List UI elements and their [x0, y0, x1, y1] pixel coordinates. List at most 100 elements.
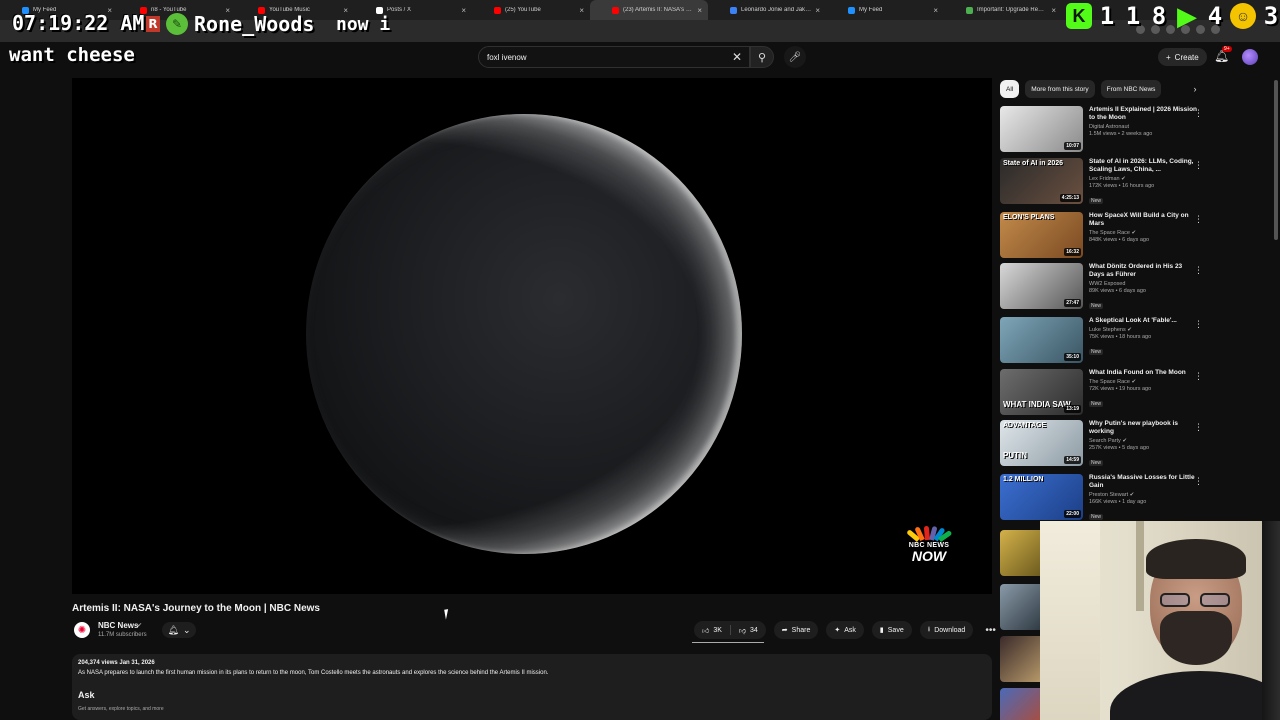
recommendation-item[interactable]: 10:07 Artemis II Explained | 2026 Mission… [1000, 106, 1210, 154]
recommendation-title[interactable]: Artemis II Explained | 2026 Mission to t… [1089, 106, 1199, 122]
recommendation-meta: 72K views • 19 hours ago [1089, 386, 1152, 392]
download-button[interactable]: ⭳ Download [919, 621, 974, 639]
save-button[interactable]: ▮ Save [871, 621, 912, 639]
more-options-icon[interactable]: ⋮ [1194, 265, 1203, 276]
recommendation-title[interactable]: What India Found on The Moon [1089, 369, 1199, 377]
recommendation-channel[interactable]: Search Party ✔ [1089, 438, 1199, 444]
browser-tab[interactable]: (23) Artemis II: NASA's Jour × [590, 0, 708, 20]
recommendation-title[interactable]: Why Putin's new playbook is working [1089, 420, 1199, 436]
recommendation-info: What Dönitz Ordered in His 23 Days as Fü… [1089, 263, 1199, 311]
browser-tab[interactable]: Leonardo Jonie and Jake Shiel × [708, 0, 826, 20]
tab-close-icon[interactable]: × [461, 6, 466, 15]
recommendation-channel[interactable]: Luke Stephens ✔ [1089, 327, 1199, 333]
tab-label: Leonardo Jonie and Jake Shiel [741, 7, 811, 13]
recommendation-channel[interactable]: Preston Stewart ✔ [1089, 492, 1199, 498]
nbc-news-now-watermark: NBC NEWS NOW [904, 524, 954, 563]
partial-thumbnail[interactable] [1000, 636, 1042, 682]
filter-chip[interactable]: All [1000, 80, 1020, 98]
recommendation-item[interactable]: 27:47 What Dönitz Ordered in His 23 Days … [1000, 263, 1210, 311]
description-box[interactable]: 204,374 views Jan 31, 2026 As NASA prepa… [72, 654, 992, 720]
filter-chip[interactable]: From NBC News [1100, 80, 1162, 98]
tab-close-icon[interactable]: × [1051, 6, 1056, 15]
like-dislike-group: 👍︎ 3K 👎︎ 34 [694, 621, 766, 639]
partial-thumbnail[interactable] [1000, 584, 1042, 630]
recommendation-title[interactable]: What Dönitz Ordered in His 23 Days as Fü… [1089, 263, 1199, 279]
download-icon: ⭳ [927, 625, 931, 633]
more-options-icon[interactable]: ⋮ [1194, 476, 1203, 487]
recommendation-channel[interactable]: Digital Astronaut [1089, 124, 1199, 130]
clear-search-icon[interactable]: ✕ [732, 50, 742, 64]
page-scrollbar[interactable] [1274, 80, 1278, 240]
share-button[interactable]: ➦ Share [773, 621, 819, 639]
create-button[interactable]: + Create [1158, 48, 1207, 66]
voice-search-button[interactable]: 🎤︎ [784, 46, 806, 68]
channel-avatar[interactable]: ✺ [74, 622, 90, 638]
subscription-bell-button[interactable]: 🔔︎ ⌄ [162, 622, 196, 638]
tab-favicon-icon [848, 6, 855, 14]
video-thumbnail[interactable]: WHAT INDIA SAW 13:19 [1000, 369, 1083, 415]
filter-chip[interactable]: More from this story [1025, 80, 1095, 98]
tab-close-icon[interactable]: × [579, 6, 584, 15]
more-options-icon[interactable]: ⋮ [1194, 422, 1203, 433]
browser-tab[interactable]: Important: Upgrade Required × [944, 0, 1062, 20]
tab-label: (25) YouTube [505, 7, 541, 13]
recommendation-item[interactable]: ADVANTAGE PUTIN 14:59 Why Putin's new playb… [1000, 420, 1210, 468]
tab-label: (23) Artemis II: NASA's Jour [623, 7, 694, 13]
tab-close-icon[interactable]: × [815, 6, 820, 15]
channel-name[interactable]: NBC News [98, 621, 138, 630]
more-options-icon[interactable]: ⋮ [1194, 319, 1203, 330]
recommendation-channel[interactable]: The Space Race ✔ [1089, 230, 1199, 236]
more-options-icon[interactable]: ⋮ [1194, 160, 1203, 171]
recommendation-item[interactable]: State of AI in 2026 4:25:13 State of AI in… [1000, 158, 1210, 206]
dislike-button[interactable]: 👎︎ 34 [731, 621, 766, 639]
overlay-stat-value: 3 [1263, 2, 1279, 30]
recommendation-channel[interactable]: The Space Race ✔ [1089, 379, 1199, 385]
recommendation-item[interactable]: WHAT INDIA SAW 13:19 What India Found on T… [1000, 369, 1210, 417]
video-thumbnail[interactable]: ELON'S PLANS 16:32 [1000, 212, 1083, 258]
duration-badge: 16:32 [1064, 248, 1081, 256]
ask-button[interactable]: ✦ Ask [826, 621, 864, 639]
verified-check-icon: ✔ [1119, 176, 1126, 182]
partial-thumbnail[interactable] [1000, 530, 1042, 576]
microphone-icon: 🎤︎ [788, 51, 802, 63]
notification-count-badge: 9+ [1222, 46, 1232, 52]
recommendation-title[interactable]: Russia's Massive Losses for Little Gain [1089, 474, 1199, 490]
video-player[interactable]: NBC NEWS NOW [72, 78, 992, 594]
recommendation-channel[interactable]: WW2 Exposed [1089, 281, 1199, 287]
new-badge: New [1089, 460, 1104, 466]
search-input[interactable] [487, 52, 717, 62]
account-avatar[interactable] [1242, 49, 1258, 65]
search-button[interactable]: ⚲ [750, 46, 774, 68]
recommendation-title[interactable]: How SpaceX Will Build a City on Mars [1089, 212, 1199, 228]
recommendation-item[interactable]: 35:10 A Skeptical Look At 'Fable'... Luke … [1000, 317, 1210, 365]
tab-label: Important: Upgrade Required [977, 7, 1048, 13]
create-label: Create [1174, 52, 1199, 62]
like-button[interactable]: 👍︎ 3K [694, 621, 730, 639]
search-box[interactable] [478, 46, 750, 68]
browser-tab[interactable]: My Feed × [826, 0, 944, 20]
recommendation-title[interactable]: State of AI in 2026: LLMs, Coding, Scali… [1089, 158, 1199, 174]
more-actions-icon[interactable]: ••• [981, 625, 1000, 636]
tab-close-icon[interactable]: × [933, 6, 938, 15]
webcam-person-body [1110, 671, 1280, 720]
recommendation-item[interactable]: 1.2 MILLION 22:00 Russia's Massive Losses … [1000, 474, 1210, 522]
more-options-icon[interactable]: ⋮ [1194, 371, 1203, 382]
video-thumbnail[interactable]: ADVANTAGE PUTIN 14:59 [1000, 420, 1083, 466]
video-thumbnail[interactable]: 27:47 [1000, 263, 1083, 309]
video-thumbnail[interactable]: 10:07 [1000, 106, 1083, 152]
recommendation-meta: 172K views • 16 hours ago [1089, 183, 1155, 189]
browser-tab[interactable]: (25) YouTube × [472, 0, 590, 20]
video-thumbnail[interactable]: State of AI in 2026 4:25:13 [1000, 158, 1083, 204]
tab-close-icon[interactable]: × [697, 6, 702, 15]
thumbnail-caption: PUTIN [1003, 451, 1027, 460]
video-thumbnail[interactable]: 35:10 [1000, 317, 1083, 363]
chevron-right-icon[interactable]: › [1193, 84, 1196, 94]
recommendation-item[interactable]: ELON'S PLANS 16:32 How SpaceX Will Build a… [1000, 212, 1210, 260]
partial-thumbnail[interactable] [1000, 688, 1042, 720]
recommendation-title[interactable]: A Skeptical Look At 'Fable'... [1089, 317, 1199, 325]
chevron-down-icon: ⌄ [182, 624, 191, 635]
recommendation-channel[interactable]: Lex Fridman ✔ [1089, 176, 1199, 182]
video-thumbnail[interactable]: 1.2 MILLION 22:00 [1000, 474, 1083, 520]
more-options-icon[interactable]: ⋮ [1194, 214, 1203, 225]
more-options-icon[interactable]: ⋮ [1194, 108, 1203, 119]
